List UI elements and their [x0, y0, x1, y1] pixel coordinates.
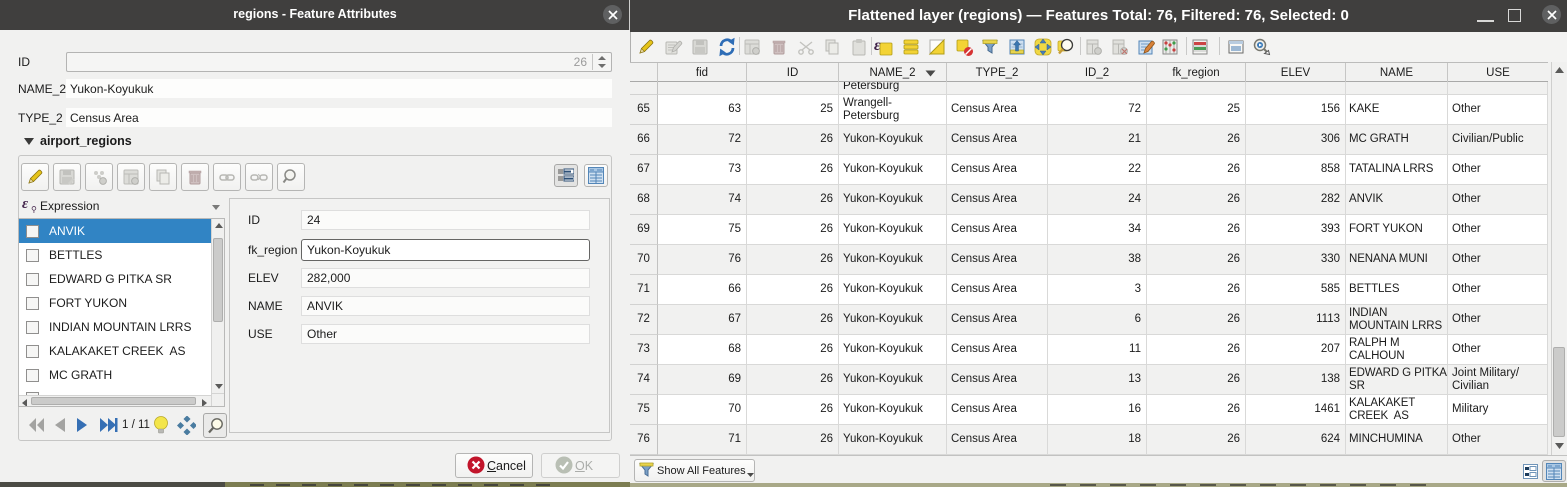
svg-text:ε: ε — [874, 37, 881, 54]
